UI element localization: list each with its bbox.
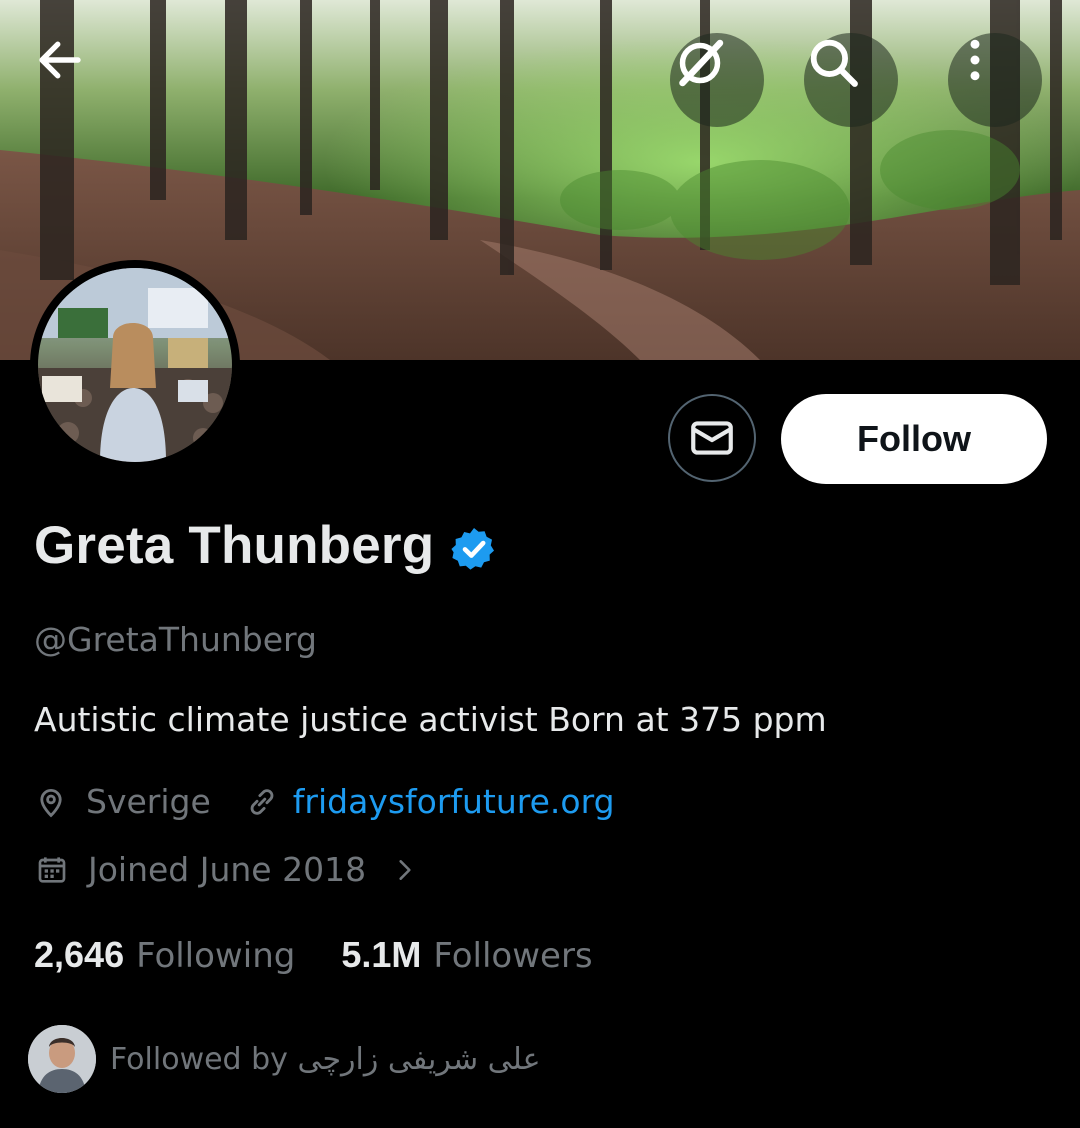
follow-stats: 2,646 Following 5.1M Followers bbox=[34, 934, 593, 976]
name-row: Greta Thunberg bbox=[34, 515, 498, 576]
avatar-photo bbox=[38, 268, 232, 462]
followed-by-row[interactable]: Followed by علی شریفی زارچی bbox=[28, 1025, 540, 1093]
followers-count: 5.1M bbox=[341, 934, 422, 975]
back-button[interactable] bbox=[33, 33, 127, 127]
more-vertical-icon bbox=[970, 39, 980, 81]
following-count: 2,646 bbox=[34, 934, 125, 975]
more-button[interactable] bbox=[948, 33, 1042, 127]
location-pin-icon bbox=[40, 788, 62, 817]
profile-avatar[interactable] bbox=[30, 260, 240, 470]
grok-button[interactable] bbox=[670, 33, 764, 127]
verified-badge-icon[interactable] bbox=[450, 525, 498, 573]
location-text: Sverige bbox=[86, 782, 211, 821]
message-button[interactable] bbox=[668, 394, 756, 482]
location-item: Sverige bbox=[34, 782, 211, 821]
display-name: Greta Thunberg bbox=[34, 516, 435, 575]
profile-bio: Autistic climate justice activist Born a… bbox=[34, 700, 827, 739]
joined-row[interactable]: Joined June 2018 bbox=[36, 850, 418, 889]
search-icon bbox=[810, 39, 858, 87]
followed-by-text: Followed by علی شریفی زارچی bbox=[110, 1041, 541, 1077]
link-icon bbox=[250, 788, 274, 815]
followers-stat[interactable]: 5.1M Followers bbox=[341, 934, 592, 976]
joined-date: Joined June 2018 bbox=[88, 850, 367, 889]
arrow-left-icon bbox=[39, 41, 81, 79]
calendar-icon bbox=[38, 856, 66, 883]
website-link[interactable]: fridaysforfuture.org bbox=[293, 782, 615, 821]
grok-icon bbox=[679, 39, 724, 87]
followers-label: Followers bbox=[433, 936, 593, 976]
profile-handle: @GretaThunberg bbox=[34, 620, 317, 659]
following-stat[interactable]: 2,646 Following bbox=[34, 934, 295, 976]
following-label: Following bbox=[136, 936, 296, 976]
chevron-right-icon[interactable] bbox=[392, 855, 418, 885]
profile-meta-row: Sverige fridaysforfuture.org bbox=[34, 782, 615, 821]
follower-avatar bbox=[28, 1025, 96, 1093]
search-button[interactable] bbox=[804, 33, 898, 127]
follow-button[interactable]: Follow bbox=[781, 394, 1047, 484]
envelope-icon bbox=[691, 421, 733, 455]
